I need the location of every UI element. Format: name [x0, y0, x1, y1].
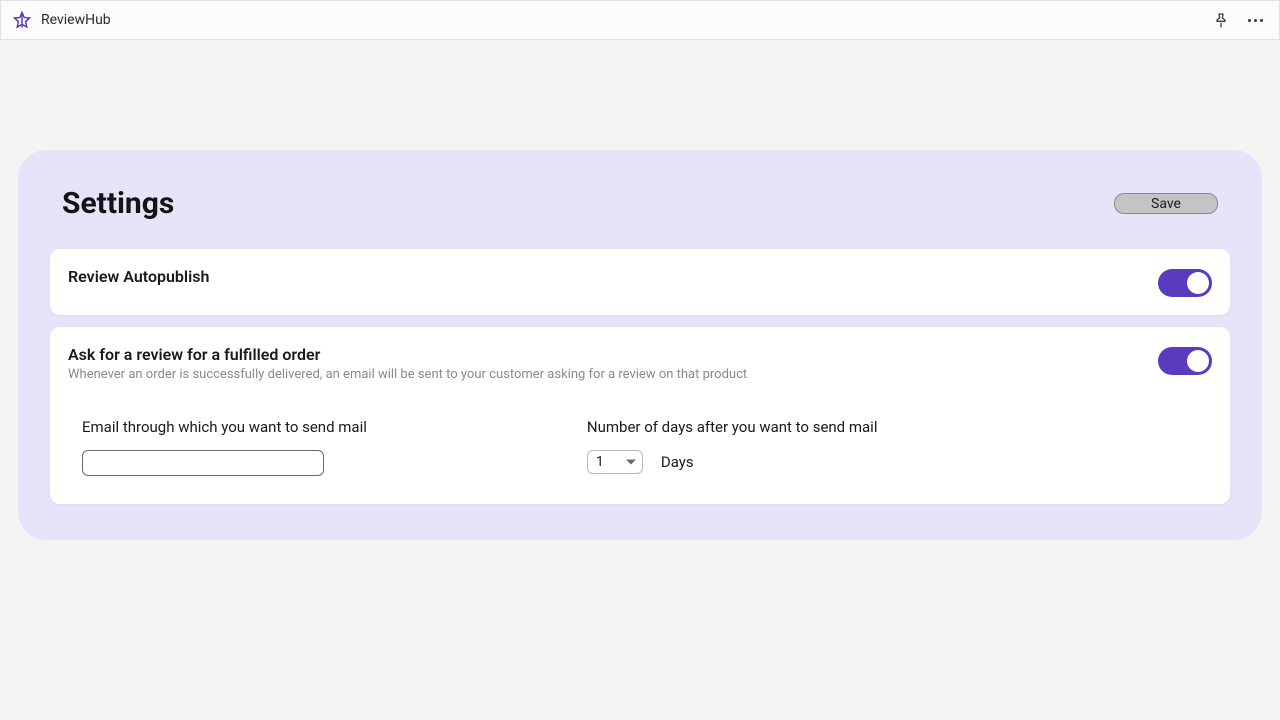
settings-panel: Settings Save Review Autopublish Ask for…: [18, 150, 1262, 540]
ask-review-toggle[interactable]: [1158, 347, 1212, 375]
app-logo-icon: [13, 11, 31, 29]
chevron-down-icon: [626, 460, 636, 465]
top-bar: ReviewHub: [0, 0, 1280, 40]
days-field-label: Number of days after you want to send ma…: [587, 418, 878, 436]
autopublish-title: Review Autopublish: [68, 267, 1158, 286]
email-input[interactable]: [82, 450, 324, 476]
ask-review-title: Ask for a review for a fulfilled order: [68, 345, 1158, 364]
autopublish-toggle[interactable]: [1158, 269, 1212, 297]
save-button[interactable]: Save: [1114, 193, 1218, 214]
email-field-label: Email through which you want to send mai…: [82, 418, 367, 436]
more-button[interactable]: [1243, 8, 1267, 32]
more-icon: [1248, 19, 1263, 22]
pin-button[interactable]: [1209, 8, 1233, 32]
days-unit-label: Days: [661, 453, 694, 471]
ask-review-card: Ask for a review for a fulfilled order W…: [50, 327, 1230, 504]
toggle-knob: [1187, 350, 1209, 372]
page-title: Settings: [62, 186, 174, 221]
days-select-value: 1: [596, 454, 604, 470]
app-name: ReviewHub: [41, 12, 111, 28]
ask-review-description: Whenever an order is successfully delive…: [68, 367, 1158, 382]
days-select[interactable]: 1: [587, 450, 643, 474]
autopublish-card: Review Autopublish: [50, 249, 1230, 315]
toggle-knob: [1187, 272, 1209, 294]
